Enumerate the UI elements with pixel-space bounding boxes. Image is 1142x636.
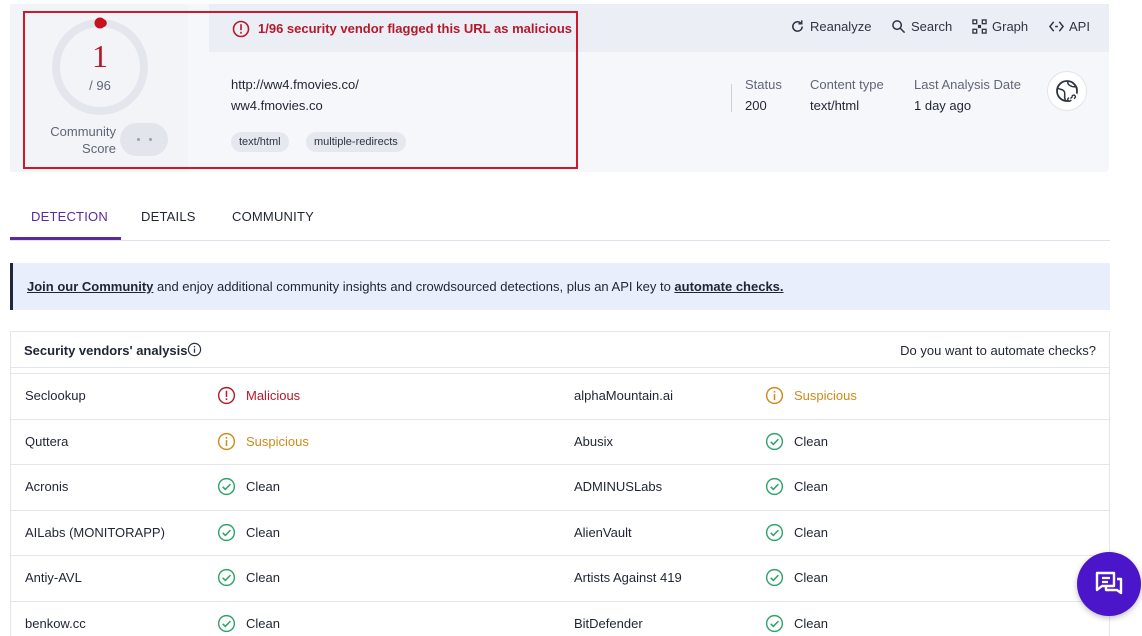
verdict-label: Clean xyxy=(794,479,828,494)
info-circle-icon xyxy=(217,432,236,450)
vendor-name: benkow.cc xyxy=(25,615,86,631)
automate-checks-prompt[interactable]: Do you want to automate checks? xyxy=(900,343,1096,358)
vendor-verdict: Suspicious xyxy=(217,432,309,451)
meta-divider xyxy=(731,84,732,112)
chat-icon xyxy=(1095,571,1123,595)
last-analysis-label: Last Analysis Date xyxy=(914,77,1021,92)
check-circle-icon xyxy=(765,523,784,541)
check-circle-icon xyxy=(765,614,784,632)
graph-icon xyxy=(972,19,987,34)
verdict-label: Clean xyxy=(246,615,280,631)
check-circle-icon xyxy=(765,568,784,587)
vendor-name: Artists Against 419 xyxy=(574,570,682,585)
vendor-name: BitDefender xyxy=(574,615,643,631)
automate-checks-link[interactable]: automate checks. xyxy=(674,279,783,294)
banner-middle-text: and enjoy additional community insights … xyxy=(153,279,675,294)
table-row: Quttera Suspicious Abusix Clean xyxy=(11,418,1109,464)
table-row: Seclookup Malicious alphaMountain.ai Suspic… xyxy=(11,373,1109,418)
vendor-verdict: Clean xyxy=(765,432,828,451)
vendor-verdict: Malicious xyxy=(217,386,300,405)
content-type-label: Content type xyxy=(810,77,884,92)
vendor-verdict: Clean xyxy=(217,568,280,587)
search-icon xyxy=(892,20,906,34)
vendors-header: Security vendors' analysis Do you want t… xyxy=(11,332,1109,368)
vendor-verdict: Clean xyxy=(765,523,828,542)
vendor-name: Seclookup xyxy=(25,388,86,403)
table-row: benkow.cc Clean BitDefender Clean xyxy=(11,600,1109,636)
tabs-divider xyxy=(10,240,1110,241)
graph-button[interactable]: Graph xyxy=(972,19,1028,34)
verdict-label: Clean xyxy=(794,570,828,585)
verdict-label: Suspicious xyxy=(794,388,857,403)
verdict-label: Clean xyxy=(794,433,828,449)
url-type-badge[interactable] xyxy=(1047,71,1087,111)
table-row: Antiy-AVL Clean Artists Against 419 Clean xyxy=(11,555,1109,600)
api-button[interactable]: API xyxy=(1049,19,1090,34)
verdict-label: Clean xyxy=(246,570,280,585)
reanalyze-button[interactable]: Reanalyze xyxy=(790,19,871,34)
tab-details[interactable]: DETAILS xyxy=(141,209,196,224)
info-circle-icon xyxy=(765,386,784,405)
verdict-label: Clean xyxy=(246,479,280,494)
vendor-name: ADMINUSLabs xyxy=(574,479,663,494)
check-circle-icon xyxy=(217,614,236,632)
reanalyze-label: Reanalyze xyxy=(810,19,872,34)
vendor-verdict: Clean xyxy=(217,614,280,633)
tab-detection[interactable]: DETECTION xyxy=(31,209,108,224)
verdict-label: Clean xyxy=(794,615,828,631)
vendor-verdict: Clean xyxy=(217,523,280,542)
vendors-title: Security vendors' analysis xyxy=(24,343,188,358)
vendor-verdict: Clean xyxy=(765,568,828,587)
verdict-label: Malicious xyxy=(246,388,301,403)
vendor-name: AlienVault xyxy=(574,524,632,540)
graph-label: Graph xyxy=(992,19,1029,34)
last-analysis-value: 1 day ago xyxy=(914,98,972,113)
info-icon[interactable] xyxy=(187,342,202,357)
check-circle-icon xyxy=(765,432,784,450)
status-value: 200 xyxy=(745,98,767,113)
verdict-label: Clean xyxy=(246,524,280,540)
vendor-name: Acronis xyxy=(25,479,69,494)
verdict-label: Clean xyxy=(794,524,828,540)
search-label: Search xyxy=(911,19,953,34)
check-circle-icon xyxy=(765,477,784,496)
content-type-value: text/html xyxy=(810,98,860,113)
vendor-verdict: Clean xyxy=(765,477,828,496)
community-banner: Join our Community and enjoy additional … xyxy=(10,263,1110,310)
annotation-highlight-box xyxy=(23,11,578,169)
vendor-verdict: Suspicious xyxy=(765,386,857,405)
alert-circle-icon xyxy=(217,386,236,405)
check-circle-icon xyxy=(217,568,236,587)
table-row: Acronis Clean ADMINUSLabs Clean xyxy=(11,464,1109,509)
status-label: Status xyxy=(745,77,782,92)
tab-community[interactable]: COMMUNITY xyxy=(232,209,314,224)
vendor-verdict: Clean xyxy=(765,614,828,633)
vendor-name: Quttera xyxy=(25,433,69,449)
vendor-name: AILabs (MONITORAPP) xyxy=(25,524,165,540)
chat-button[interactable] xyxy=(1077,552,1141,616)
refresh-icon xyxy=(792,20,803,32)
table-row: AILabs (MONITORAPP) Clean AlienVault Clean xyxy=(11,509,1109,555)
vendors-analysis-panel: Security vendors' analysis Do you want t… xyxy=(10,331,1110,636)
vendor-verdict: Clean xyxy=(217,477,280,496)
vendor-name: alphaMountain.ai xyxy=(574,388,674,403)
check-circle-icon xyxy=(217,477,236,496)
verdict-label: Suspicious xyxy=(246,433,309,449)
vendor-name: Abusix xyxy=(574,433,614,449)
search-button[interactable]: Search xyxy=(891,19,952,34)
api-icon xyxy=(1049,21,1064,32)
globe-link-icon xyxy=(1056,80,1078,102)
banner-text: Join our Community and enjoy additional … xyxy=(27,279,784,294)
api-label: API xyxy=(1069,19,1090,34)
check-circle-icon xyxy=(217,523,236,541)
join-community-link[interactable]: Join our Community xyxy=(27,279,153,294)
vendor-name: Antiy-AVL xyxy=(25,570,82,585)
